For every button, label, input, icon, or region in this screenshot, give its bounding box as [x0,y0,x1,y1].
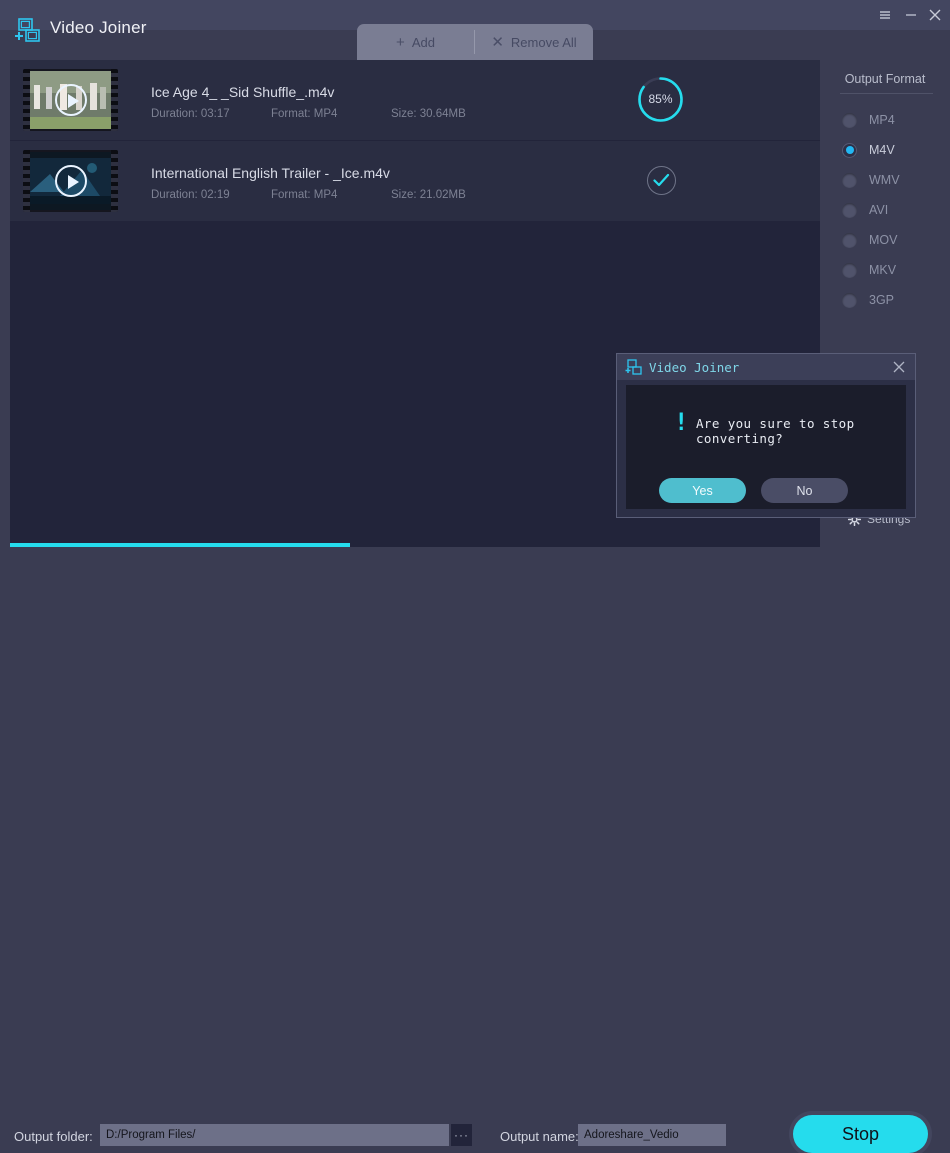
radio-icon [842,292,857,308]
bottom-bar: Output folder: ··· Output name: Stop [0,553,950,1153]
close-icon[interactable] [924,4,946,26]
play-icon[interactable] [54,84,87,116]
format-option-label: AVI [869,203,889,217]
format-option-label: 3GP [869,293,895,307]
format-option-wmv[interactable]: WMV [842,170,900,190]
progress-percent-label: 85% [648,92,673,106]
file-format: Format: MP4 [271,108,338,120]
confirm-dialog: Video Joiner ! Are you sure to stop conv… [616,353,916,518]
check-icon [653,173,670,187]
radio-icon [842,172,857,188]
play-icon[interactable] [54,165,87,197]
dialog-message: Are you sure to stop converting? [696,416,855,446]
stop-button[interactable]: Stop [793,1115,928,1153]
tab-add[interactable]: + Add [357,24,474,60]
film-perforations-left [23,69,30,131]
app-window: Video Joiner + Add ✕ Remove All Ice Age … [0,0,950,1153]
film-perforations-right [111,69,118,131]
format-option-label: MP4 [869,113,895,127]
radio-icon [842,262,857,278]
app-title: Video Joiner [50,18,147,37]
format-option-label: MOV [869,233,898,247]
output-name-label: Output name: [500,1129,579,1144]
file-duration: Duration: 03:17 [151,108,230,120]
output-folder-input[interactable] [100,1124,449,1146]
plus-icon: + [396,33,405,51]
dialog-yes-button[interactable]: Yes [659,478,746,503]
output-format-title: Output Format [844,72,926,86]
radio-icon [842,112,857,128]
menu-icon[interactable] [874,4,896,26]
dialog-close-icon[interactable] [891,359,907,375]
table-row[interactable]: Ice Age 4_ _Sid Shuffle_.m4v Duration: 0… [10,60,820,141]
radio-icon [842,232,857,248]
format-option-mov[interactable]: MOV [842,230,897,250]
warning-icon: ! [674,408,689,436]
output-folder-label: Output folder: [14,1129,93,1144]
browse-folder-button[interactable]: ··· [451,1124,472,1146]
dialog-title-bar: Video Joiner [617,354,915,380]
tab-remove-all[interactable]: ✕ Remove All [475,24,593,60]
format-option-mp4[interactable]: MP4 [842,110,895,130]
overall-progress-track[interactable] [10,543,820,547]
overall-progress-fill [10,543,351,547]
dialog-app-logo-icon [625,359,642,375]
file-name: Ice Age 4_ _Sid Shuffle_.m4v [151,84,335,100]
table-row[interactable]: International English Trailer - _Ice.m4v… [10,141,820,222]
file-name: International English Trailer - _Ice.m4v [151,165,390,181]
format-option-avi[interactable]: AVI [842,200,888,220]
format-option-m4v[interactable]: M4V [842,140,895,160]
tab-add-label: Add [411,34,435,50]
app-logo-icon [15,18,40,42]
cross-icon: ✕ [491,33,504,51]
format-option-label: M4V [869,143,895,157]
file-format: Format: MP4 [271,189,338,201]
tab-remove-all-label: Remove All [510,34,577,50]
dialog-no-button[interactable]: No [761,478,848,503]
format-option-mkv[interactable]: MKV [842,260,896,280]
format-option-label: WMV [869,173,900,187]
status-badge [647,166,676,195]
dialog-title: Video Joiner [649,360,740,375]
output-name-input[interactable] [578,1124,726,1146]
divider [840,93,933,94]
toolbar-tab-panel: + Add ✕ Remove All [357,24,593,60]
film-perforations-right [111,150,118,212]
film-perforations-left [23,150,30,212]
format-option-label: MKV [869,263,897,277]
radio-icon [842,142,857,158]
format-option-3gp[interactable]: 3GP [842,290,894,310]
file-size: Size: 30.64MB [391,108,466,120]
minimize-icon[interactable] [900,4,922,26]
file-size: Size: 21.02MB [391,189,466,201]
video-thumbnail[interactable] [23,150,118,212]
video-thumbnail[interactable] [23,69,118,131]
radio-icon [842,202,857,218]
file-duration: Duration: 02:19 [151,189,230,201]
